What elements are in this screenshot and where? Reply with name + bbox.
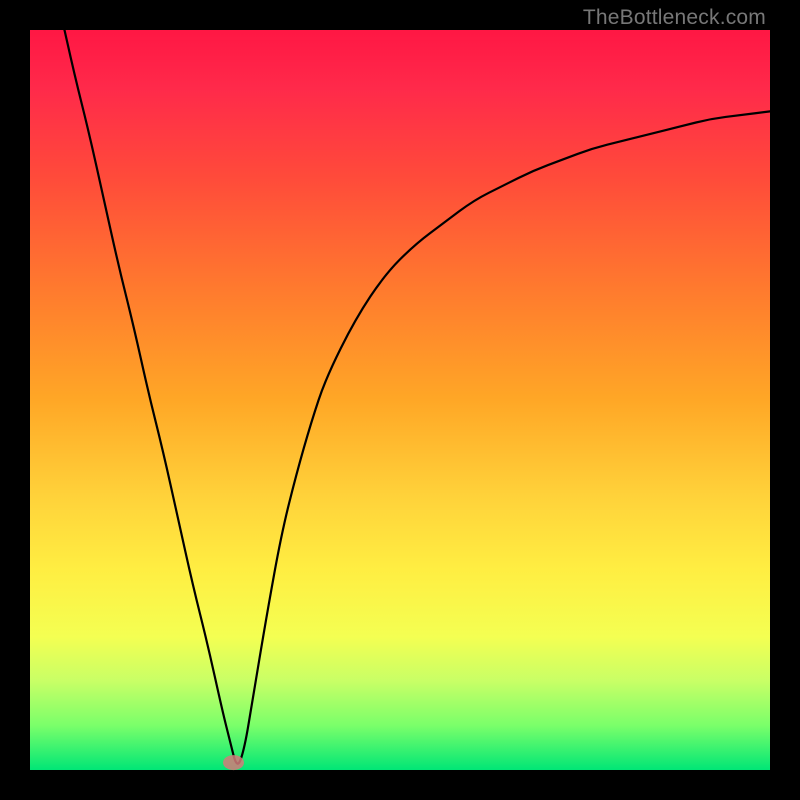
minimum-marker (223, 755, 244, 770)
bottleneck-curve (30, 0, 770, 764)
curve-overlay (30, 30, 770, 770)
plot-area (30, 30, 770, 770)
watermark-text: TheBottleneck.com (583, 6, 766, 30)
chart-frame: TheBottleneck.com (0, 0, 800, 800)
